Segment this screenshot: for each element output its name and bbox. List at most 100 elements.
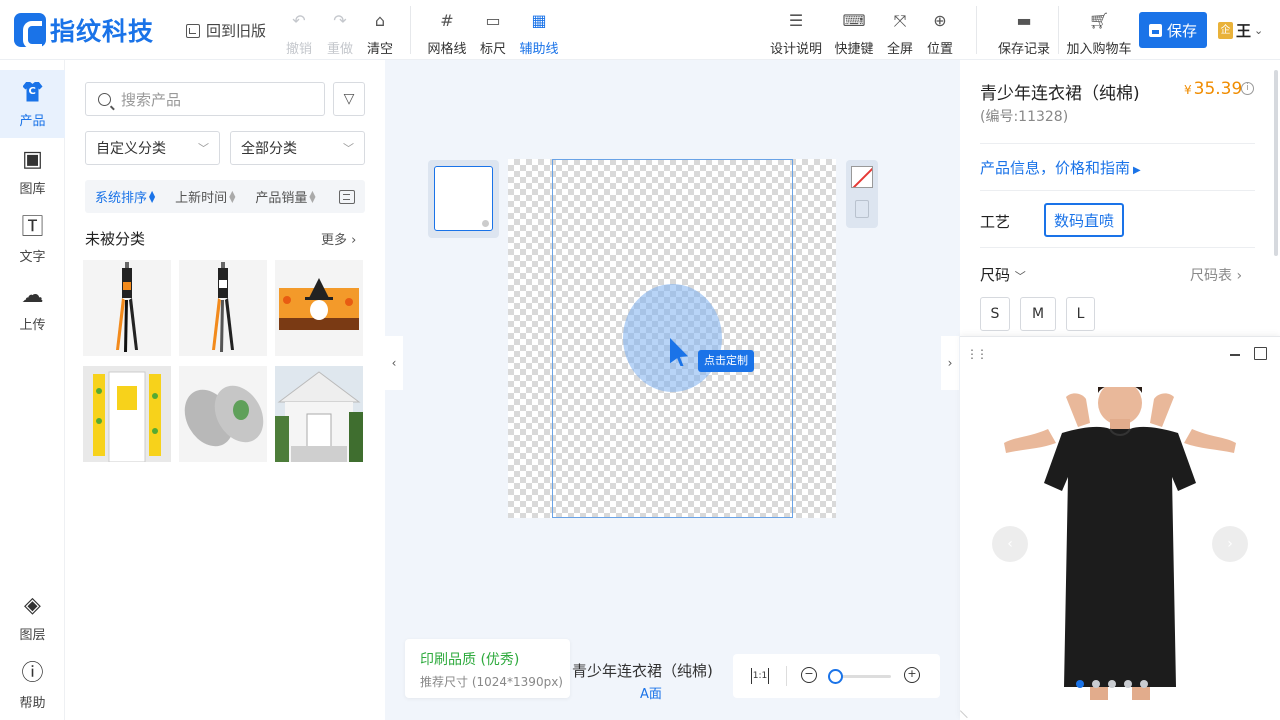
click-to-customize-tip[interactable]: 点击定制 [698, 350, 754, 372]
rail-item-text[interactable]: 🅃︎ 文字 [0, 206, 65, 274]
sort-system[interactable]: 系统排序 ▲ ▼ [95, 187, 155, 206]
canvas-product-name: 青少年连衣裙（纯棉) [572, 662, 713, 680]
grid-toggle[interactable]: # 网格线 [425, 10, 469, 57]
preview-dot[interactable] [1124, 680, 1132, 688]
fit-screen-icon[interactable]: 1:1 [751, 668, 769, 684]
maximize-icon[interactable] [1254, 347, 1267, 360]
size-option-l[interactable]: L [1066, 297, 1095, 331]
sort-sales[interactable]: 产品销量 ▲ ▼ [255, 187, 315, 206]
product-info-link[interactable]: 产品信息，价格和指南 ▶ [980, 157, 1141, 178]
preview-pagination [1076, 680, 1156, 688]
position-button[interactable]: ⊕ 位置 [918, 10, 962, 57]
product-search-input[interactable]: 搜索产品 [85, 82, 325, 116]
product-thumb[interactable] [275, 260, 363, 356]
side-thumbnail-a[interactable] [434, 166, 493, 231]
document-icon[interactable] [855, 200, 869, 218]
craft-label: 工艺 [980, 213, 1011, 231]
toolbar-divider [1058, 6, 1059, 54]
no-background-icon[interactable] [851, 166, 873, 188]
text-icon: 🅃︎ [21, 214, 44, 240]
divider [980, 143, 1255, 144]
chevron-down-icon: ﹀ [343, 142, 354, 155]
more-link[interactable]: 更多 › [321, 229, 356, 248]
preview-dot[interactable] [1092, 680, 1100, 688]
all-category-select[interactable]: 全部分类 ﹀ [230, 131, 365, 165]
zoom-slider-knob[interactable] [827, 669, 843, 684]
rail-item-layers[interactable]: ◈ 图层 [0, 584, 65, 652]
zoom-divider [786, 666, 787, 686]
ruler-toggle[interactable]: ▭ 标尺 [471, 10, 515, 57]
custom-category-select[interactable]: 自定义分类 ﹀ [85, 131, 220, 165]
logo-mark-icon [14, 13, 46, 49]
product-thumb[interactable] [275, 366, 363, 462]
craft-option-dtg[interactable]: 数码直喷 [1044, 203, 1124, 237]
rail-item-help[interactable]: ⓘ 帮助 [0, 652, 65, 720]
canvas-side-tools [846, 160, 878, 228]
brand-logo[interactable]: 指纹科技 [14, 12, 155, 49]
product-thumb[interactable] [179, 366, 267, 462]
keyboard-icon: ⌨ [842, 11, 866, 30]
instructions-icon: ☰ [788, 11, 804, 30]
redo-button[interactable]: ↷ 重做 [318, 10, 362, 57]
upload-icon: ☁︎ [21, 282, 44, 308]
preview-prev-button[interactable]: ‹ [992, 526, 1028, 562]
rail-item-gallery[interactable]: ▣ 图库 [0, 138, 65, 206]
preview-dot[interactable] [1108, 680, 1116, 688]
print-quality-title: 印刷品质 (优秀) [420, 652, 520, 668]
rail-item-products[interactable]: 产品 [0, 70, 65, 138]
preview-dot[interactable] [1076, 680, 1084, 688]
filter-icon: ▽ [343, 91, 355, 107]
chevron-down-icon: ﹀ [198, 142, 209, 155]
detail-scrollbar[interactable] [1274, 70, 1278, 256]
design-instructions-button[interactable]: ☰ 设计说明 [768, 10, 824, 57]
back-to-old-version-button[interactable]: 回到旧版 [186, 20, 266, 41]
print-quality-card: 印刷品质 (优秀) 推荐尺寸 (1024*1390px) [405, 639, 570, 698]
brand-name: 指纹科技 [50, 17, 155, 46]
price-info-icon[interactable]: i [1241, 82, 1254, 95]
shortcuts-button[interactable]: ⌨ 快捷键 [832, 10, 876, 57]
product-thumb[interactable] [179, 260, 267, 356]
list-view-icon[interactable] [339, 189, 355, 204]
size-option-s[interactable]: S [980, 297, 1010, 331]
clear-button[interactable]: ⌂ 清空 [358, 10, 402, 57]
sort-bar: 系统排序 ▲ ▼ 上新时间 ▲ ▼ 产品销量 ▲ ▼ [85, 180, 365, 213]
preview-dot[interactable] [1140, 680, 1148, 688]
fullscreen-icon: ⤧ [893, 11, 907, 30]
rail-item-upload[interactable]: ☁︎ 上传 [0, 274, 65, 342]
product-panel: 搜索产品 ▽ 自定义分类 ﹀ 全部分类 ﹀ 系统排序 ▲ ▼ 上新时间 ▲ ▼ 产品… [65, 60, 385, 720]
undo-button[interactable]: ↶ 撤销 [277, 10, 321, 57]
product-thumb[interactable] [83, 366, 171, 462]
collapse-right-panel-button[interactable]: › [941, 336, 959, 390]
save-icon [1148, 23, 1162, 37]
user-menu[interactable]: 企 王 ⌄ [1218, 20, 1263, 41]
recommended-size: 推荐尺寸 (1024*1390px) [420, 675, 563, 689]
preview-next-button[interactable]: › [1212, 526, 1248, 562]
product-thumb[interactable] [83, 260, 171, 356]
size-option-m[interactable]: M [1020, 297, 1056, 331]
guide-toggle[interactable]: ▦ 辅助线 [517, 10, 561, 57]
grid-icon: # [440, 11, 454, 30]
folder-icon: ▬ [1016, 11, 1032, 30]
toolbar-divider [976, 6, 977, 54]
drag-handle-icon[interactable]: ⋮⋮ [966, 347, 988, 361]
fullscreen-button[interactable]: ⤧ 全屏 [878, 10, 922, 57]
add-to-cart-button[interactable]: 🛒︎ 加入购物车 [1067, 10, 1132, 57]
minimize-icon[interactable] [1230, 354, 1240, 356]
zoom-in-icon[interactable]: + [904, 667, 920, 683]
click-to-customize-hotspot[interactable] [623, 284, 722, 392]
save-record-button[interactable]: ▬ 保存记录 [996, 10, 1052, 57]
canvas-side-label[interactable]: A面 [640, 683, 662, 702]
size-label[interactable]: 尺码 ﹀ [980, 264, 1026, 285]
save-button[interactable]: 保存 [1139, 12, 1207, 48]
collapse-left-panel-button[interactable]: ‹ [385, 336, 403, 390]
size-chart-link[interactable]: 尺码表 › [1190, 265, 1242, 285]
guide-icon: ▦ [531, 11, 547, 30]
sort-new-arrival[interactable]: 上新时间 ▲ ▼ [175, 187, 235, 206]
ruler-icon: ▭ [485, 11, 501, 30]
sort-arrows-icon: ▲ ▼ [309, 188, 316, 204]
zoom-out-icon[interactable]: − [801, 667, 817, 683]
divider [980, 190, 1255, 191]
filter-button[interactable]: ▽ [333, 82, 365, 116]
save-label: 保存 [1166, 21, 1197, 40]
search-placeholder: 搜索产品 [121, 90, 182, 109]
